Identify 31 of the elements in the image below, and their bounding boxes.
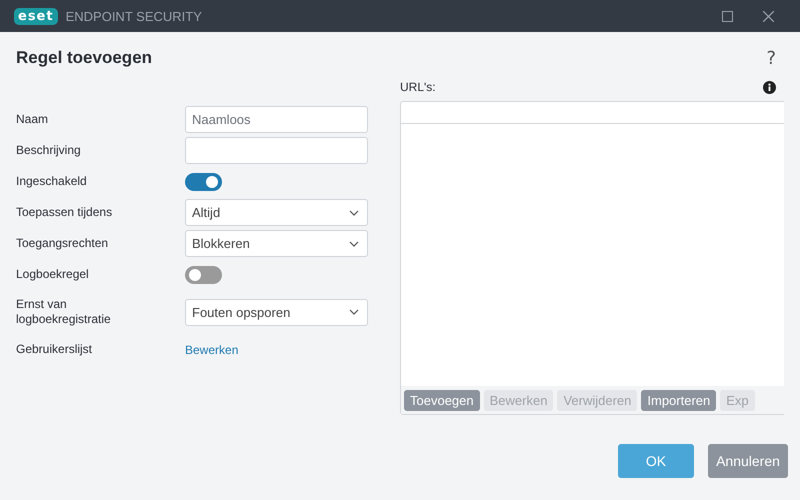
field-label: Toepassen tijdens bbox=[16, 205, 114, 220]
field-label: Beschrijving bbox=[16, 143, 82, 158]
chevron-down-icon bbox=[349, 240, 359, 246]
field-label: Toegangsrechten bbox=[16, 236, 110, 251]
cancel-button[interactable]: Annuleren bbox=[708, 444, 788, 478]
ok-button[interactable]: OK bbox=[618, 444, 694, 478]
info-icon[interactable] bbox=[763, 80, 776, 94]
edit-link[interactable]: Bewerken bbox=[185, 342, 238, 356]
field-label: Logboekregel bbox=[16, 267, 90, 282]
close-icon[interactable] bbox=[763, 10, 774, 22]
chevron-down-icon bbox=[349, 210, 359, 216]
field-label: Gebruikerslijst bbox=[16, 342, 94, 357]
field-label: Naam bbox=[16, 112, 50, 127]
dropdown[interactable]: Altijd bbox=[185, 199, 368, 226]
toolbar-button[interactable]: Toevoegen bbox=[404, 390, 480, 411]
text-field[interactable]: Naamloos bbox=[185, 106, 368, 133]
chevron-down-icon bbox=[349, 309, 359, 315]
toggle-switch[interactable] bbox=[185, 172, 222, 190]
field-label: Ernst van logboekregistratie bbox=[16, 297, 112, 327]
dialog-title: Regel toevoegen bbox=[16, 48, 152, 68]
toolbar-button[interactable]: Importeren bbox=[641, 390, 716, 411]
text-field[interactable] bbox=[185, 137, 368, 164]
product-name: ENDPOINT SECURITY bbox=[66, 8, 202, 24]
maximize-icon[interactable] bbox=[722, 10, 733, 22]
urls-label: URL's: bbox=[400, 80, 436, 94]
logo: eset bbox=[14, 8, 58, 24]
dropdown[interactable]: Blokkeren bbox=[185, 230, 368, 257]
field-label: Ingeschakeld bbox=[16, 174, 88, 189]
dropdown[interactable]: Fouten opsporen bbox=[185, 298, 368, 326]
toggle-switch[interactable] bbox=[185, 266, 222, 284]
help-button[interactable]: ? bbox=[766, 48, 776, 68]
